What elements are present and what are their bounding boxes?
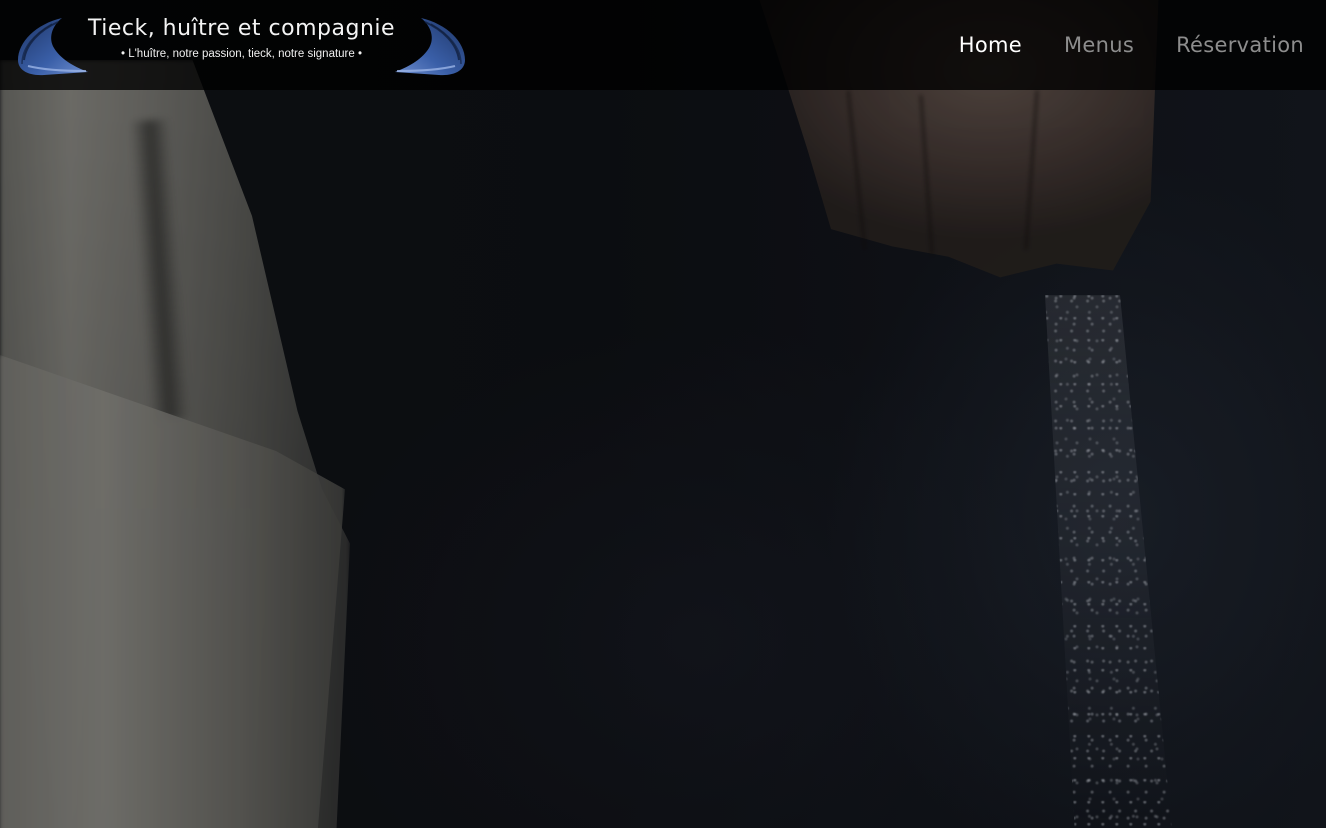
site-logo[interactable]: Tieck, huître et compagnie • L'huître, n… — [14, 12, 469, 78]
oyster-shell-icon — [395, 18, 465, 76]
brand-title: Tieck, huître et compagnie — [87, 16, 396, 41]
hero-background-image — [0, 0, 1326, 828]
nav-item-reservation[interactable]: Réservation — [1176, 33, 1304, 57]
nav-item-menus[interactable]: Menus — [1064, 33, 1134, 57]
site-header: Tieck, huître et compagnie • L'huître, n… — [0, 0, 1326, 90]
nav-item-home[interactable]: Home — [959, 33, 1022, 57]
hero-overlay — [0, 0, 1326, 828]
page: Tieck, huître et compagnie • L'huître, n… — [0, 0, 1326, 828]
main-navigation: Home Menus Réservation — [959, 0, 1304, 90]
brand-tagline: • L'huître, notre passion, tieck, notre … — [120, 48, 363, 60]
